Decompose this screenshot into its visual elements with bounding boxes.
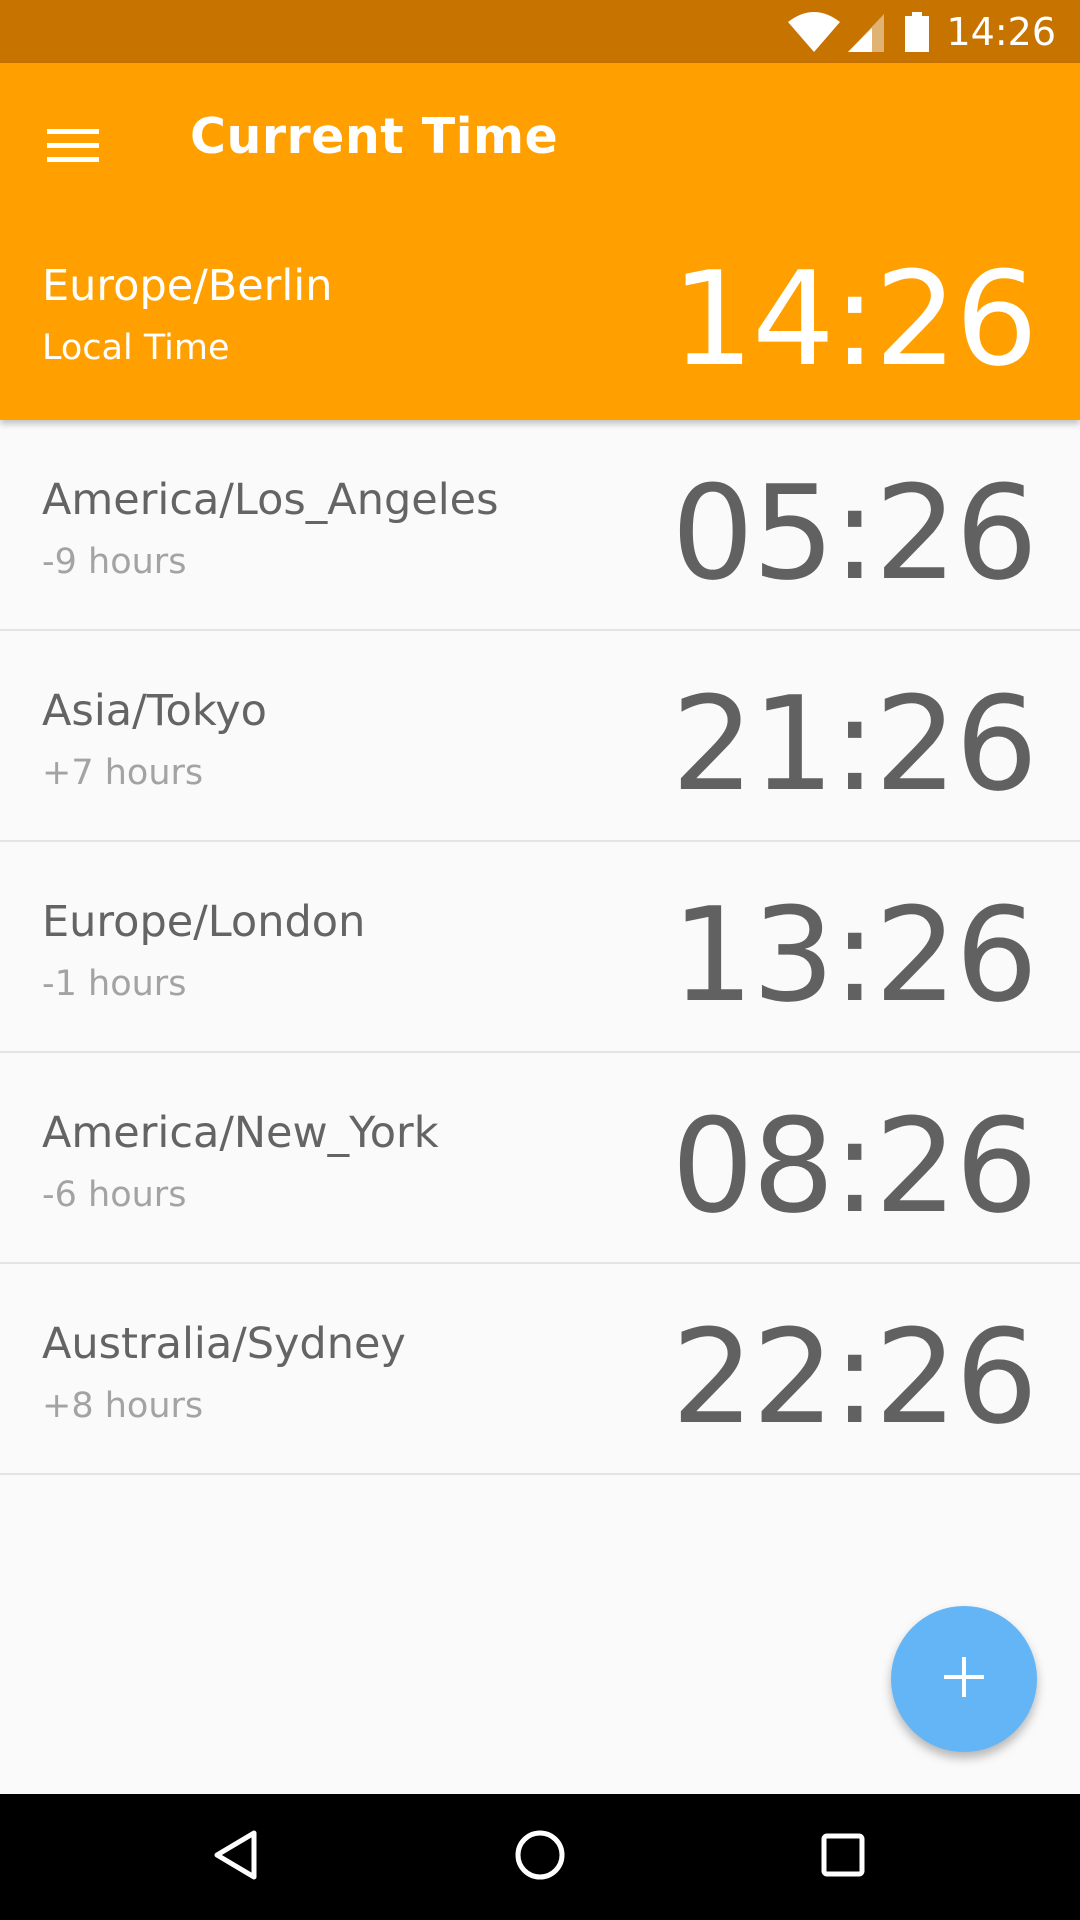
- menu-icon: [47, 127, 99, 169]
- page-title: Current Time: [190, 108, 559, 165]
- add-timezone-button[interactable]: [891, 1606, 1037, 1752]
- recents-button[interactable]: [803, 1817, 883, 1897]
- home-button[interactable]: [500, 1817, 580, 1897]
- zone-time: 08:26: [671, 1090, 1038, 1242]
- back-button[interactable]: [196, 1817, 276, 1897]
- zone-name: Europe/London: [42, 897, 366, 947]
- list-item[interactable]: Australia/Sydney +8 hours 22:26: [0, 1264, 1080, 1475]
- list-item[interactable]: America/New_York -6 hours 08:26: [0, 1053, 1080, 1264]
- list-item[interactable]: America/Los_Angeles -9 hours 05:26: [0, 420, 1080, 631]
- zone-time: 22:26: [671, 1301, 1038, 1453]
- zone-time: 21:26: [671, 668, 1038, 820]
- app-bar: Current Time Europe/Berlin Local Time 14…: [0, 63, 1080, 420]
- zone-offset: -6 hours: [42, 1175, 187, 1215]
- zone-name: Australia/Sydney: [42, 1319, 406, 1369]
- zone-name: Asia/Tokyo: [42, 686, 267, 736]
- navigation-bar: [0, 1794, 1080, 1920]
- zone-offset: +8 hours: [42, 1386, 204, 1426]
- local-zone-name: Europe/Berlin: [42, 261, 333, 311]
- status-icons: 14:26: [786, 0, 1080, 63]
- list-item[interactable]: Asia/Tokyo +7 hours 21:26: [0, 631, 1080, 842]
- local-zone-label: Local Time: [42, 328, 230, 368]
- zone-time: 13:26: [671, 879, 1038, 1031]
- zone-name: America/New_York: [42, 1108, 439, 1158]
- zone-offset: -9 hours: [42, 542, 187, 582]
- status-bar: 14:26: [0, 0, 1080, 63]
- zone-name: America/Los_Angeles: [42, 475, 499, 525]
- home-icon: [513, 1828, 567, 1886]
- timezone-list: America/Los_Angeles -9 hours 05:26 Asia/…: [0, 420, 1080, 1475]
- menu-button[interactable]: [28, 103, 118, 193]
- wifi-icon: [786, 10, 842, 54]
- battery-icon: [904, 10, 930, 54]
- plus-icon: [944, 1657, 984, 1701]
- cell-signal-icon: [846, 10, 886, 54]
- local-zone-time: 14:26: [671, 243, 1038, 395]
- recents-icon: [820, 1832, 866, 1882]
- zone-time: 05:26: [671, 457, 1038, 609]
- list-item[interactable]: Europe/London -1 hours 13:26: [0, 842, 1080, 1053]
- zone-offset: -1 hours: [42, 964, 187, 1004]
- back-icon: [212, 1829, 260, 1885]
- status-clock: 14:26: [946, 9, 1056, 54]
- zone-offset: +7 hours: [42, 753, 204, 793]
